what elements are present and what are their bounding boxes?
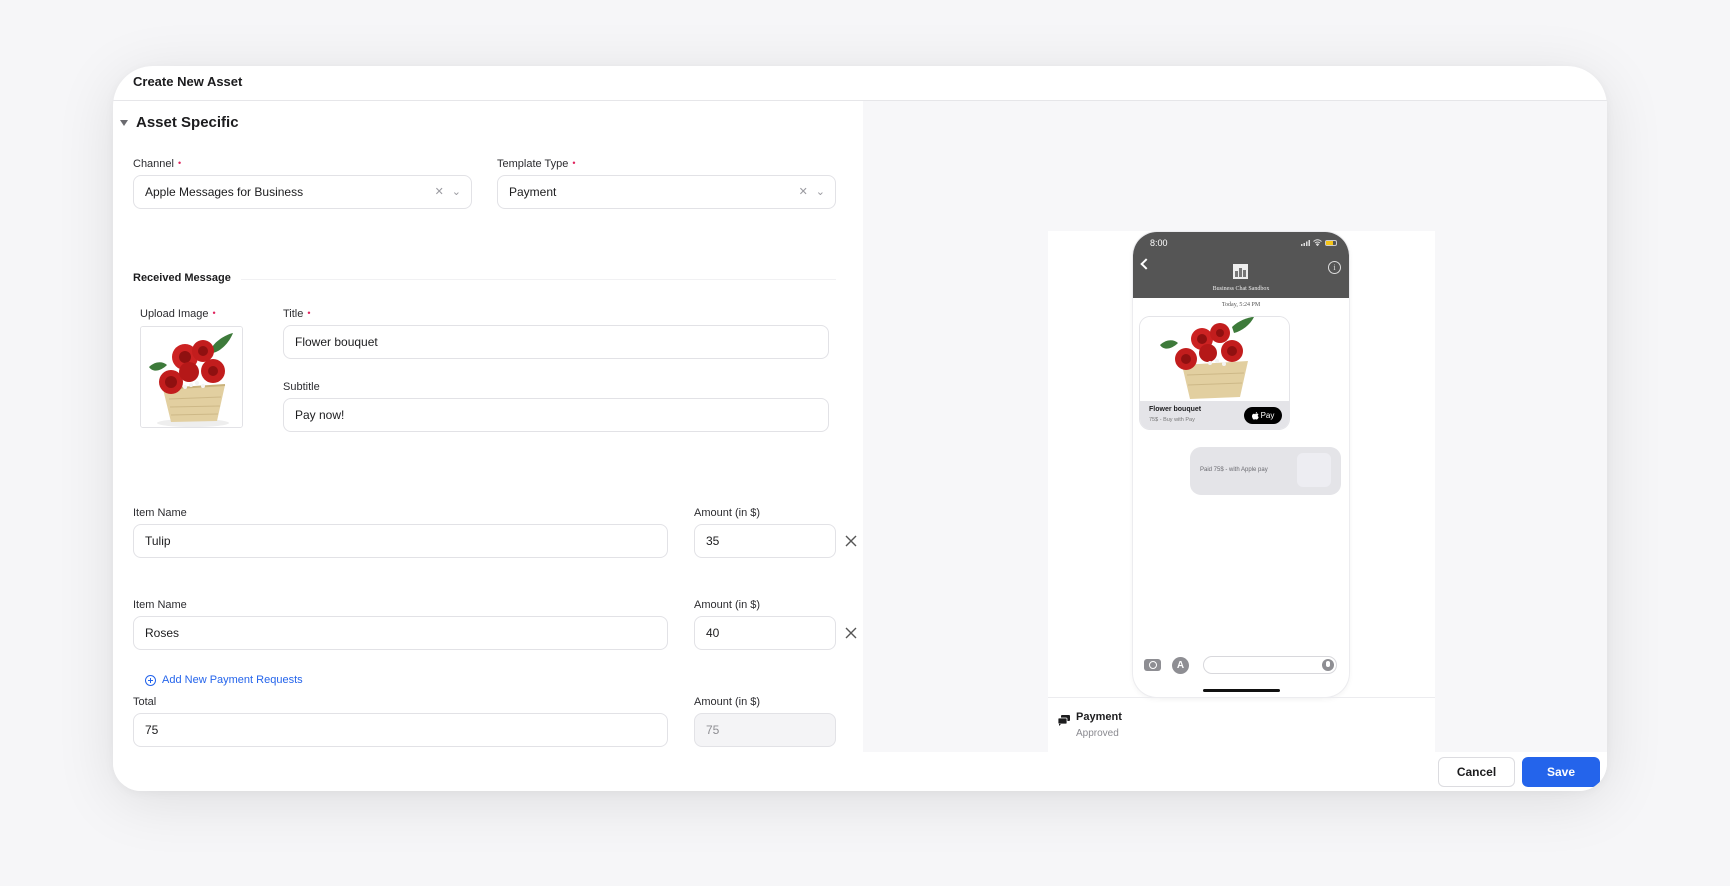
total-input[interactable] xyxy=(133,713,668,747)
asset-specific-toggle[interactable]: Asset Specific xyxy=(120,114,239,131)
message-input[interactable] xyxy=(1203,656,1337,674)
total-amount-label: Amount (in $) xyxy=(694,696,761,708)
required-marker: • xyxy=(212,308,216,318)
amount-field[interactable] xyxy=(706,617,835,649)
back-chevron-icon[interactable] xyxy=(1140,258,1152,270)
required-marker: • xyxy=(572,158,576,168)
remove-item-icon[interactable] xyxy=(844,626,858,640)
modal-footer: Cancel Save xyxy=(113,752,1607,791)
divider xyxy=(1048,697,1435,698)
message-composer: A xyxy=(1133,650,1349,680)
sent-thumbnail xyxy=(1297,453,1331,487)
save-button[interactable]: Save xyxy=(1522,757,1600,787)
business-logo xyxy=(1233,264,1248,279)
required-marker: • xyxy=(177,158,182,168)
flower-bouquet-image xyxy=(1160,317,1254,399)
item-name-label: Item Name xyxy=(133,507,187,519)
section-title: Asset Specific xyxy=(136,114,239,131)
apple-logo-icon xyxy=(1251,411,1259,420)
total-field[interactable] xyxy=(145,714,667,746)
required-marker: • xyxy=(307,308,311,318)
modal-header: Create New Asset xyxy=(113,66,1607,101)
amount-input[interactable] xyxy=(694,524,836,558)
template-type-value: Payment xyxy=(509,185,557,199)
received-payment-bubble: Flower bouquet 75$ - Buy with Pay Pay xyxy=(1139,316,1290,430)
home-indicator xyxy=(1203,689,1280,692)
bubble-title: Flower bouquet xyxy=(1149,406,1202,413)
remove-item-icon[interactable] xyxy=(844,534,858,548)
uploaded-image[interactable] xyxy=(140,326,243,428)
camera-icon[interactable] xyxy=(1144,659,1161,671)
channel-value: Apple Messages for Business xyxy=(145,185,304,199)
bubble-footer: Flower bouquet 75$ - Buy with Pay Pay xyxy=(1140,401,1289,429)
total-amount-field xyxy=(706,714,835,746)
signal-icon xyxy=(1301,239,1310,246)
template-status: Approved xyxy=(1076,728,1119,739)
business-name: Business Chat Sandbox xyxy=(1212,286,1270,292)
item-name-field[interactable] xyxy=(145,617,667,649)
clear-icon[interactable]: ✕ xyxy=(435,185,444,198)
title-input-field[interactable] xyxy=(295,326,828,358)
clear-icon[interactable]: ✕ xyxy=(799,185,808,198)
title-label: Title • xyxy=(283,308,311,320)
sent-text: Paid 75$ - with Apple pay xyxy=(1200,467,1268,473)
chevron-down-icon[interactable]: ⌄ xyxy=(452,185,461,198)
caret-down-icon xyxy=(120,119,128,126)
amount-label: Amount (in $) xyxy=(694,599,761,611)
divider xyxy=(241,279,836,280)
amount-input[interactable] xyxy=(694,616,836,650)
info-icon[interactable]: i xyxy=(1328,261,1341,274)
template-type-label: Template Type • xyxy=(497,158,576,170)
add-payment-request-link[interactable]: Add New Payment Requests xyxy=(145,674,303,686)
battery-icon xyxy=(1325,239,1337,246)
subtitle-input[interactable] xyxy=(283,398,829,432)
chat-date: Today, 5:24 PM xyxy=(1221,302,1261,308)
total-label: Total xyxy=(133,696,157,708)
app-store-icon[interactable]: A xyxy=(1172,657,1189,674)
phone-header: 8:00 Business Chat Sandbox i xyxy=(1133,232,1349,298)
item-name-input[interactable] xyxy=(133,524,668,558)
template-name: Payment xyxy=(1076,711,1122,723)
bubble-subtitle: 75$ - Buy with Pay xyxy=(1149,417,1195,423)
item-name-label: Item Name xyxy=(133,599,187,611)
chevron-down-icon[interactable]: ⌄ xyxy=(816,185,825,198)
amount-field[interactable] xyxy=(706,525,835,557)
status-icons xyxy=(1301,239,1337,246)
bubble-image xyxy=(1140,317,1289,401)
add-payment-request-label: Add New Payment Requests xyxy=(162,674,303,686)
preview-card: 8:00 Business Chat Sandbox i Today, 5:24… xyxy=(1048,231,1435,754)
channel-select[interactable]: Apple Messages for Business ✕ ⌄ xyxy=(133,175,472,209)
preview-panel: 8:00 Business Chat Sandbox i Today, 5:24… xyxy=(863,101,1607,754)
title-input[interactable] xyxy=(283,325,829,359)
sent-payment-bubble: Paid 75$ - with Apple pay xyxy=(1190,447,1341,495)
modal-title: Create New Asset xyxy=(133,74,243,89)
chat-bubbles-icon xyxy=(1058,715,1070,726)
create-asset-modal: Create New Asset Asset Specific Channel •… xyxy=(113,66,1607,791)
item-name-input[interactable] xyxy=(133,616,668,650)
apple-pay-button[interactable]: Pay xyxy=(1244,407,1282,424)
channel-label: Channel • xyxy=(133,158,182,170)
cancel-button[interactable]: Cancel xyxy=(1438,757,1515,787)
subtitle-label: Subtitle xyxy=(283,381,320,393)
microphone-icon[interactable] xyxy=(1322,659,1334,671)
item-name-field[interactable] xyxy=(145,525,667,557)
received-message-heading: Received Message xyxy=(133,272,231,284)
total-amount-input xyxy=(694,713,836,747)
plus-circle-icon xyxy=(145,674,156,686)
status-time: 8:00 xyxy=(1150,238,1168,248)
amount-label: Amount (in $) xyxy=(694,507,761,519)
subtitle-input-field[interactable] xyxy=(295,399,828,431)
template-type-select[interactable]: Payment ✕ ⌄ xyxy=(497,175,836,209)
upload-image-label: Upload Image • xyxy=(140,308,216,320)
phone-mockup: 8:00 Business Chat Sandbox i Today, 5:24… xyxy=(1133,232,1349,697)
flower-bouquet-image xyxy=(141,327,242,427)
wifi-icon xyxy=(1313,239,1322,246)
